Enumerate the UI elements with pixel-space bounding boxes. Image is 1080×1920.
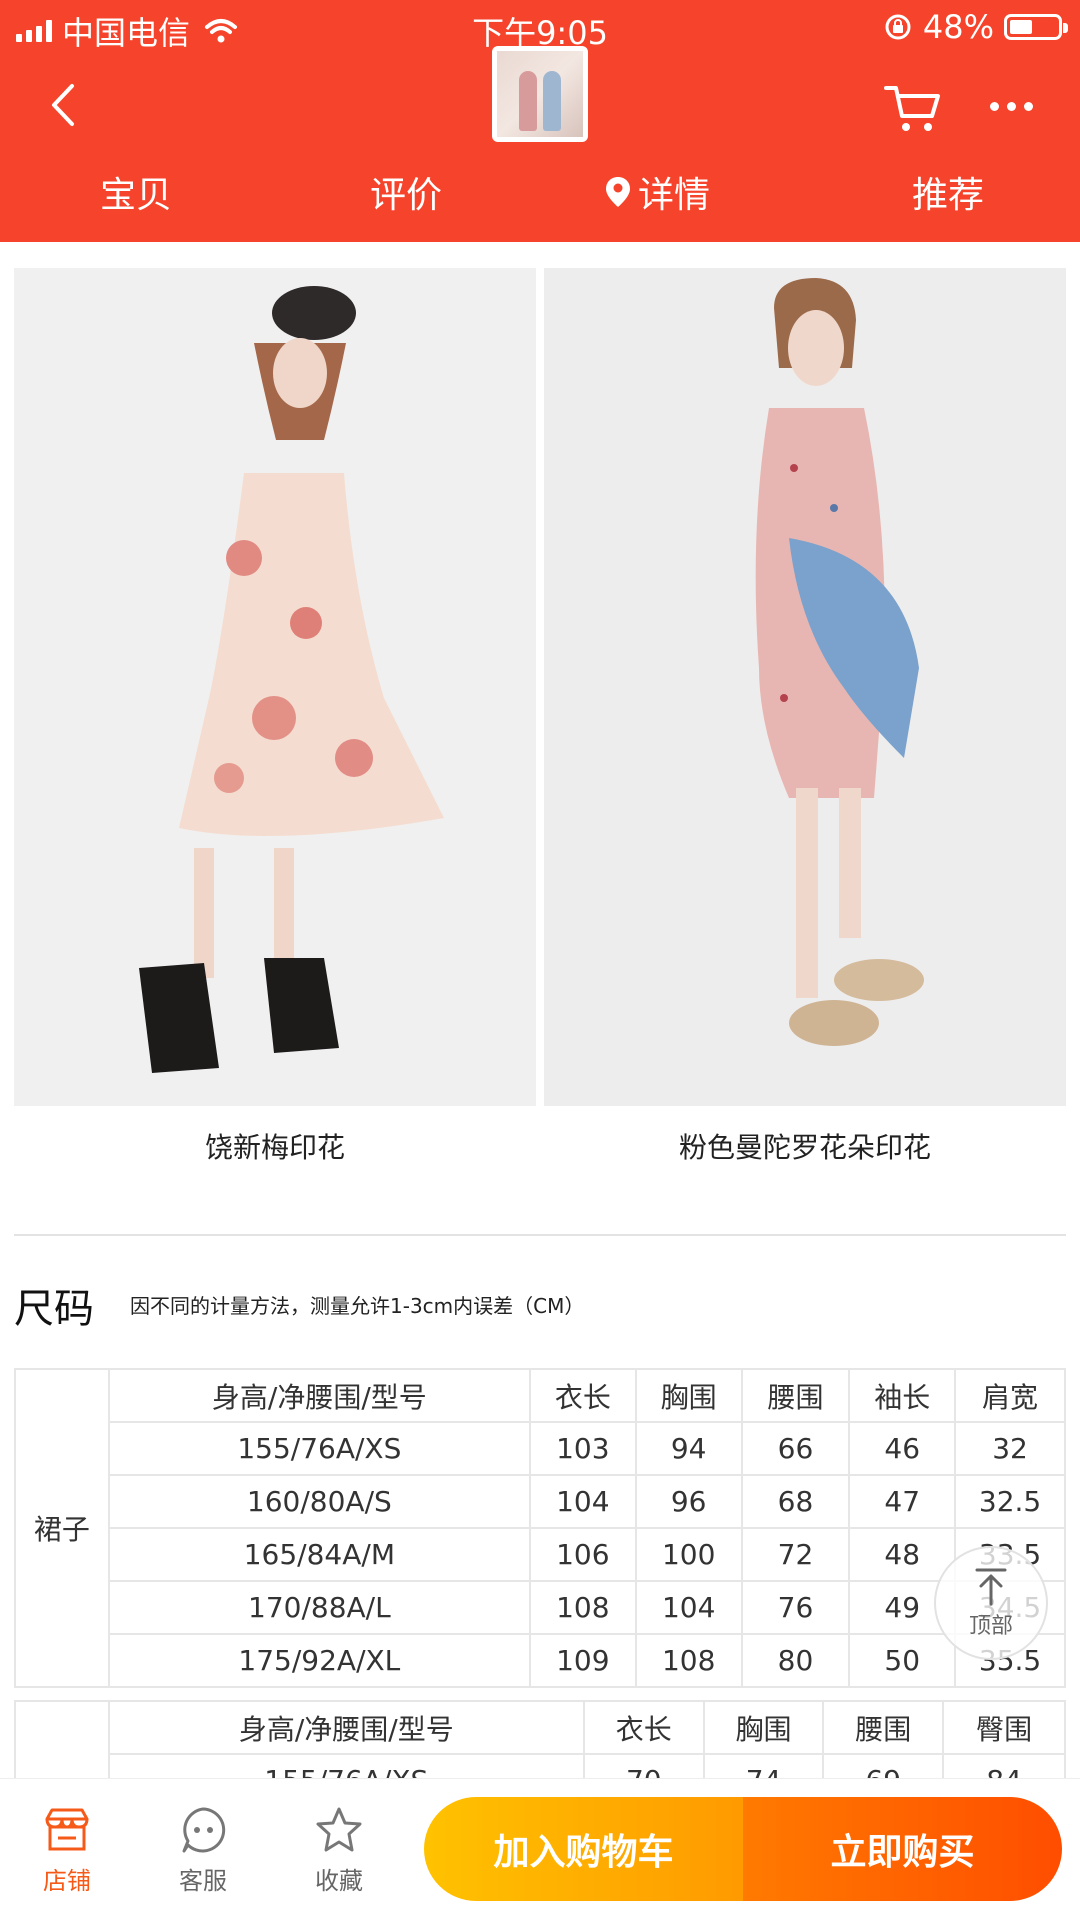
favorite-button[interactable]: 收藏 bbox=[294, 1805, 384, 1896]
table-cell: 69 bbox=[822, 1753, 945, 1778]
star-icon bbox=[316, 1807, 362, 1852]
table-cell: 155/76A/XS bbox=[107, 1753, 585, 1778]
table-header-cell: 腰围 bbox=[822, 1700, 945, 1755]
table-header-cell: 身高/净腰围/型号 bbox=[107, 1700, 585, 1755]
table-clip-region: 身高/净腰围/型号 衣长 胸围 腰围 臀围 155/76A/XS 70 74 6… bbox=[0, 0, 1080, 1778]
table-header-row: 身高/净腰围/型号 衣长 胸围 腰围 臀围 bbox=[14, 1700, 1066, 1778]
table-row: 155/76A/XS 70 74 69 84 bbox=[15, 1753, 1066, 1778]
size-table-second: 身高/净腰围/型号 衣长 胸围 腰围 臀围 155/76A/XS 70 74 6… bbox=[14, 1700, 1066, 1778]
back-to-top-label: 顶部 bbox=[968, 1614, 1013, 1639]
shop-button[interactable]: 店铺 bbox=[22, 1805, 112, 1896]
buy-now-button[interactable]: 立即购买 bbox=[743, 1797, 1062, 1901]
shop-label: 店铺 bbox=[43, 1867, 91, 1895]
back-to-top-button[interactable]: 顶部 bbox=[934, 1546, 1048, 1660]
table-header-cell: 臀围 bbox=[942, 1700, 1066, 1755]
store-icon bbox=[45, 1808, 89, 1851]
table-cell: 70 bbox=[582, 1753, 705, 1778]
table-header-cell: 衣长 bbox=[582, 1700, 705, 1755]
service-icon bbox=[182, 1807, 226, 1853]
favorite-label: 收藏 bbox=[315, 1867, 363, 1895]
service-label: 客服 bbox=[179, 1867, 227, 1895]
add-to-cart-button[interactable]: 加入购物车 bbox=[424, 1797, 743, 1901]
arrow-up-icon bbox=[975, 1568, 1007, 1606]
purchase-actions: 加入购物车 立即购买 bbox=[424, 1797, 1062, 1901]
table-cell: 84 bbox=[942, 1753, 1066, 1778]
bottom-action-bar: 店铺 客服 收藏 加入购物车 立即购买 bbox=[0, 1778, 1080, 1920]
table-header-cell: 胸围 bbox=[702, 1700, 825, 1755]
table-category bbox=[14, 1700, 110, 1778]
table-cell: 74 bbox=[702, 1753, 825, 1778]
service-button[interactable]: 客服 bbox=[158, 1805, 248, 1896]
